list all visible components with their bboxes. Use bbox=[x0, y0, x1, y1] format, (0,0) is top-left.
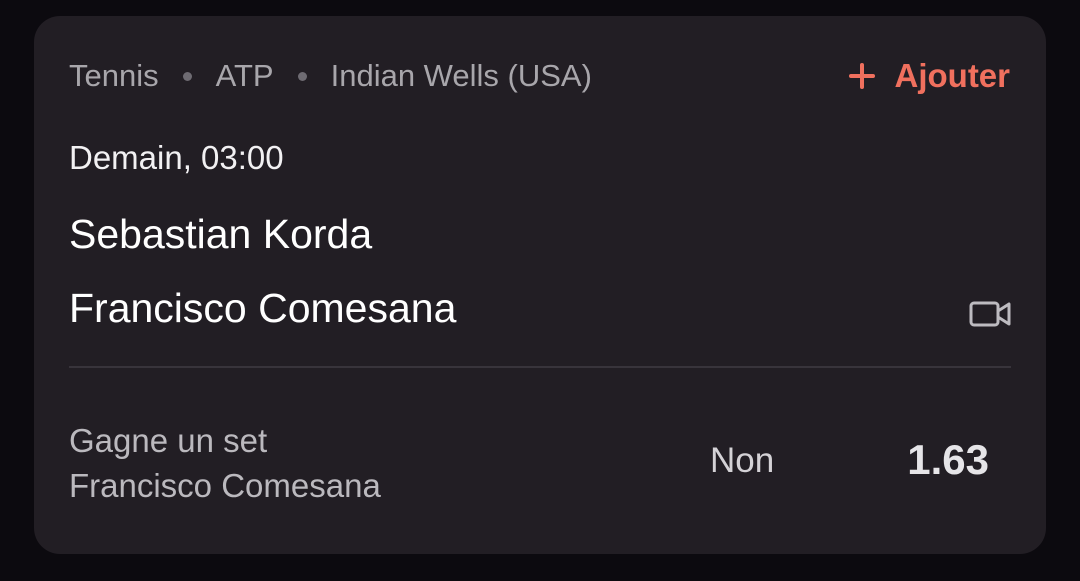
separator-dot bbox=[297, 71, 307, 81]
add-button-label: Ajouter bbox=[894, 57, 1011, 94]
video-camera-icon[interactable] bbox=[969, 300, 1011, 328]
bet-card: Tennis ATP Indian Wells (USA) Ajouter De… bbox=[34, 16, 1046, 554]
breadcrumb-competition[interactable]: ATP bbox=[216, 56, 274, 96]
player-away[interactable]: Francisco Comesana bbox=[69, 282, 456, 334]
bet-market: Gagne un set Francisco Comesana bbox=[69, 418, 381, 508]
plus-icon bbox=[848, 63, 875, 89]
market-player: Francisco Comesana bbox=[69, 467, 381, 504]
market-name: Gagne un set bbox=[69, 422, 268, 459]
breadcrumb-sport[interactable]: Tennis bbox=[69, 56, 159, 96]
breadcrumb-tournament[interactable]: Indian Wells (USA) bbox=[331, 56, 592, 96]
odds-value[interactable]: 1.63 bbox=[907, 434, 989, 486]
divider bbox=[69, 366, 1011, 368]
bet-selection[interactable]: Non bbox=[710, 438, 774, 484]
match-datetime: Demain, 03:00 bbox=[69, 139, 284, 176]
player-home[interactable]: Sebastian Korda bbox=[69, 208, 372, 260]
add-button[interactable]: Ajouter bbox=[848, 54, 1011, 98]
breadcrumb: Tennis ATP Indian Wells (USA) bbox=[69, 56, 592, 96]
separator-dot bbox=[182, 71, 192, 81]
